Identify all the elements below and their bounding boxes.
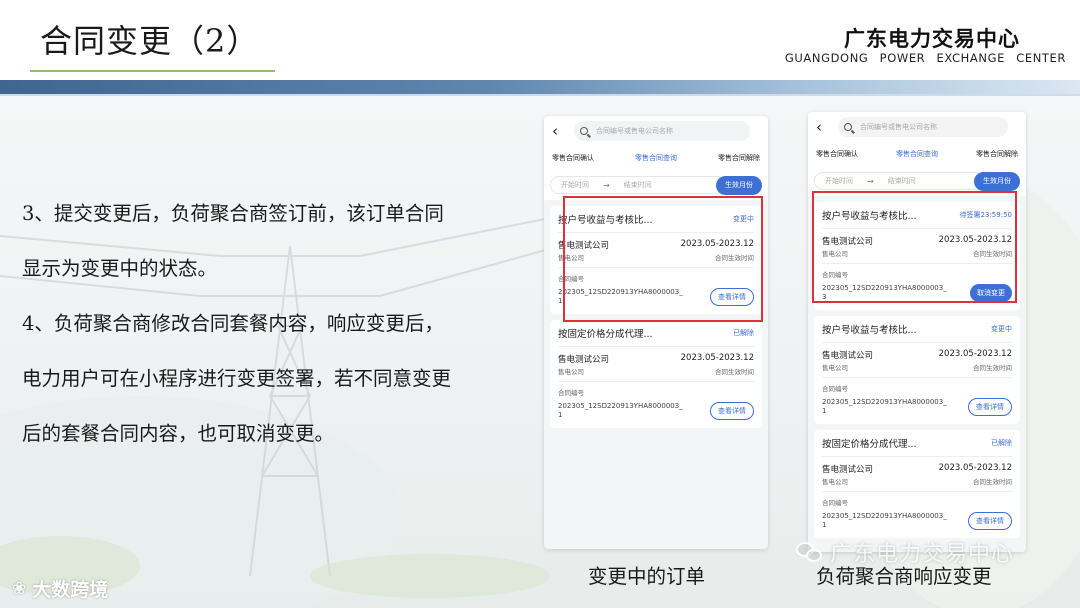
end-date-field[interactable]: 结束时间 [624,180,652,190]
description-line: 显示为变更中的状态。 [22,257,218,280]
contract-no: 202305_12SD220913YHA8000003_1 [822,512,947,529]
slide-header: 合同变更（2） 广东电力交易中心 GUANGDONG POWER EXCHANG… [0,0,1080,90]
start-date-field[interactable]: 开始时间 [561,180,589,190]
contract-no: 202305_12SD220913YHA8000003_1 [558,402,683,419]
search-bar: ‹ 合同编号或售电公司名称 [544,116,768,146]
search-input[interactable]: 合同编号或售电公司名称 [574,121,750,141]
watermark-left-text: 大数跨境 [32,579,109,601]
tab-terminate[interactable]: 零售合同解除 [976,149,1018,159]
watermark-right: 广东电力交易中心 [796,536,1014,568]
watermark-logo-icon: ❀ [12,578,27,599]
contract-card[interactable]: 按固定价格分成代理... 已解除 售电测试公司 2023.05-2023.12 … [550,320,762,428]
brand-name-cn: 广东电力交易中心 [844,27,1020,51]
date-range-picker[interactable]: 开始时间 → 结束时间 [814,172,984,190]
caption-changing-order: 变更中的订单 [588,565,706,588]
watermark-left: ❀ 大数跨境 [12,575,108,602]
contract-title: 按户号收益与考核比... [822,325,917,336]
effective-month-button[interactable]: 生效月份 [716,175,762,195]
contract-no-label: 合同编号 [558,389,584,397]
period-label: 合同生效时间 [715,368,754,376]
end-date-field[interactable]: 结束时间 [888,176,916,186]
back-arrow-icon[interactable]: ‹ [816,118,832,136]
description-line: 3、提交变更后，负荷聚合商签订前，该订单合同 [22,202,444,225]
search-icon [580,127,588,135]
period-label: 合同生效时间 [973,364,1012,372]
status-badge: 已解除 [991,439,1012,447]
tab-confirm[interactable]: 零售合同确认 [816,149,858,159]
wechat-icon [796,540,824,564]
brand-name-en: GUANGDONG POWER EXCHANGE CENTER [784,51,1066,65]
contract-period: 2023.05-2023.12 [938,349,1012,359]
company-name: 售电测试公司 [558,355,610,365]
view-detail-button[interactable]: 查看详情 [710,402,754,420]
period-label: 合同生效时间 [973,478,1012,486]
description-line: 4、负荷聚合商修改合同套餐内容，响应变更后， [22,312,444,335]
contract-card[interactable]: 按固定价格分成代理... 已解除 售电测试公司 2023.05-2023.12 … [814,430,1020,538]
company-type: 售电公司 [822,478,848,486]
contract-no-label: 合同编号 [822,385,848,393]
description-line: 后的套餐合同内容，也可取消变更。 [22,422,335,445]
search-icon [844,123,852,131]
search-input[interactable]: 合同编号或售电公司名称 [838,117,1008,137]
highlight-box [812,191,1017,303]
view-detail-button[interactable]: 查看详情 [968,512,1012,530]
watermark-right-text: 广东电力交易中心 [830,542,1015,567]
tab-bar: 零售合同确认 零售合同查询 零售合同解除 [808,142,1026,166]
contract-card[interactable]: 按户号收益与考核比... 变更中 售电测试公司 2023.05-2023.12 … [814,316,1020,424]
effective-month-button[interactable]: 生效月份 [974,171,1020,191]
page-title: 合同变更（2） [40,22,260,60]
tab-bar: 零售合同确认 零售合同查询 零售合同解除 [544,146,768,170]
description-line: 电力用户可在小程序进行变更签署，若不同意变更 [22,367,452,390]
arrow-right-icon: → [867,176,874,186]
search-bar: ‹ 合同编号或售电公司名称 [808,112,1026,142]
phone-screen-changing: ‹ 合同编号或售电公司名称 零售合同确认 零售合同查询 零售合同解除 开始时间 … [544,116,768,549]
company-name: 售电测试公司 [822,351,874,361]
title-underline [30,70,275,72]
search-placeholder: 合同编号或售电公司名称 [860,123,937,131]
company-type: 售电公司 [822,364,848,372]
contract-period: 2023.05-2023.12 [680,353,754,363]
tab-query[interactable]: 零售合同查询 [896,149,938,159]
contract-title: 按固定价格分成代理... [558,329,653,340]
phone-screen-response: ‹ 合同编号或售电公司名称 零售合同确认 零售合同查询 零售合同解除 开始时间 … [808,112,1026,552]
back-arrow-icon[interactable]: ‹ [552,122,568,140]
status-badge: 变更中 [991,325,1012,333]
tab-query[interactable]: 零售合同查询 [635,153,677,163]
search-placeholder: 合同编号或售电公司名称 [596,127,673,135]
tab-confirm[interactable]: 零售合同确认 [552,153,594,163]
date-range-picker[interactable]: 开始时间 → 结束时间 [550,176,726,194]
header-band [0,80,1080,94]
status-badge: 已解除 [733,329,754,337]
contract-title: 按固定价格分成代理... [822,439,917,450]
contract-no: 202305_12SD220913YHA8000003_1 [822,398,947,415]
arrow-right-icon: → [603,180,610,190]
contract-period: 2023.05-2023.12 [938,463,1012,473]
company-type: 售电公司 [558,368,584,376]
start-date-field[interactable]: 开始时间 [825,176,853,186]
company-name: 售电测试公司 [822,465,874,475]
highlight-box [563,196,763,322]
view-detail-button[interactable]: 查看详情 [968,398,1012,416]
header-divider [0,94,1080,96]
description-text: 3、提交变更后，负荷聚合商签订前，该订单合同 显示为变更中的状态。 4、负荷聚合… [22,186,532,461]
contract-no-label: 合同编号 [822,499,848,507]
tab-terminate[interactable]: 零售合同解除 [718,153,760,163]
